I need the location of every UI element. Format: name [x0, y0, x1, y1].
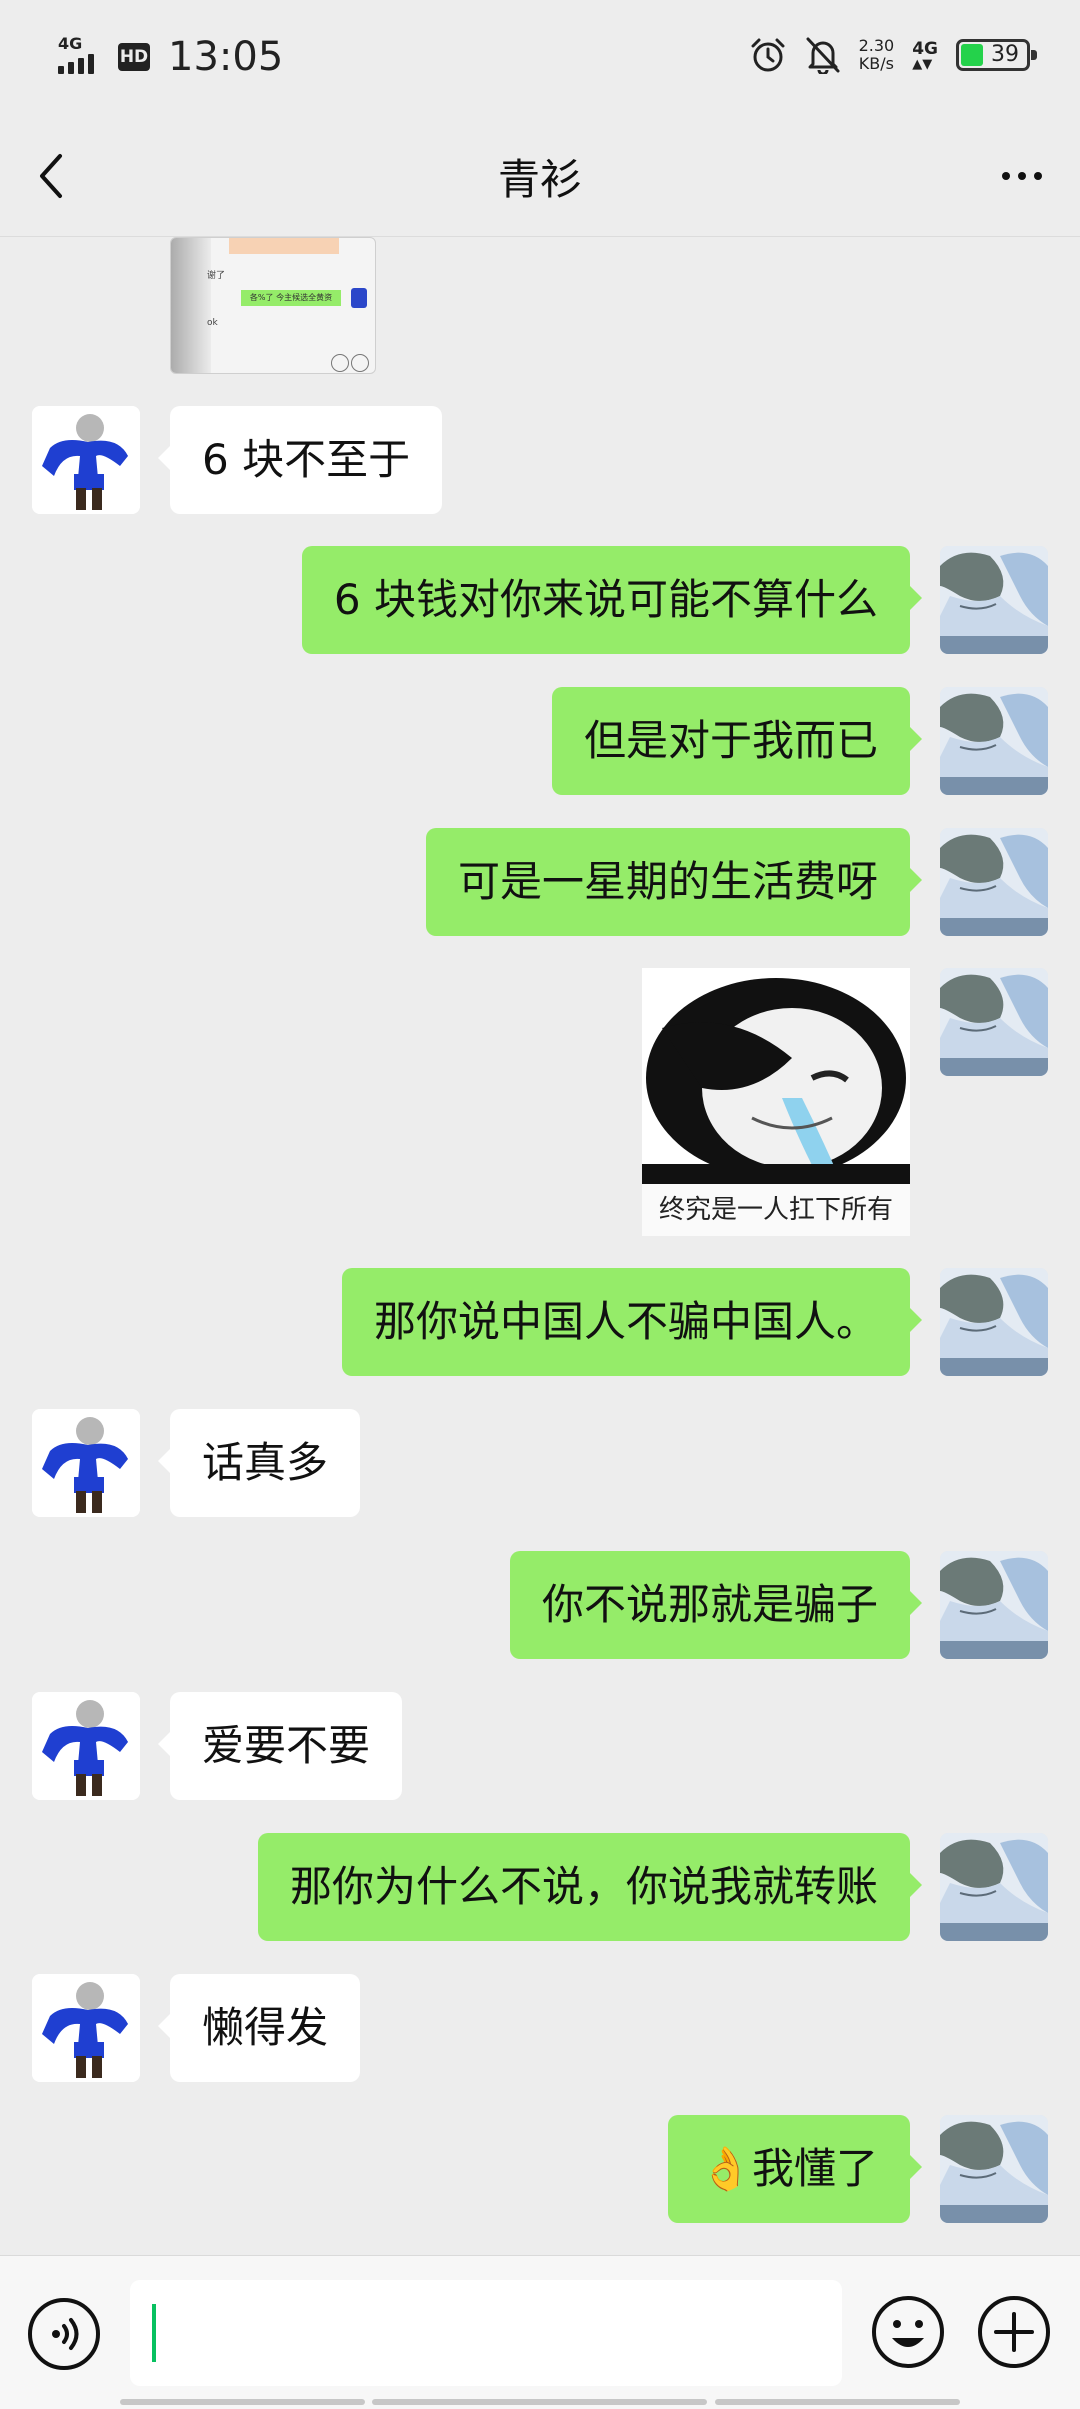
contact-avatar[interactable]: [32, 406, 140, 514]
speed-value: 2.30: [858, 36, 895, 55]
plus-button[interactable]: [976, 2294, 1052, 2370]
anime-avatar-icon: [940, 1268, 1048, 1376]
plus-icon: [978, 2296, 1050, 2368]
status-time: 13:05: [168, 34, 284, 80]
sticker-caption: 终究是一人扛下所有: [642, 1184, 910, 1236]
anime-avatar-icon: [940, 828, 1048, 936]
message-row: 你不说那就是骗子: [0, 1551, 1080, 1659]
kaws-avatar-icon: [32, 1692, 140, 1800]
message-bubble-sent[interactable]: 但是对于我而已: [551, 687, 923, 795]
kaws-avatar-icon: [32, 1409, 140, 1517]
message-bubble-received[interactable]: 懒得发: [157, 1974, 361, 2082]
status-right: 2.30 KB/s 4G ▲▼ 39: [749, 36, 1037, 74]
message-bubble-received[interactable]: 爱要不要: [157, 1692, 403, 1800]
self-avatar[interactable]: [940, 1833, 1048, 1941]
message-row: 👌我懂了: [0, 2115, 1080, 2223]
message-row: 那你说中国人不骗中国人。: [0, 1268, 1080, 1376]
more-button[interactable]: [992, 156, 1052, 196]
chat-list[interactable]: 谢了 各%了 今主候选全黄资 ok 6 块不至于 6 块钱对你来说可能不算什么: [0, 237, 1080, 2255]
self-avatar[interactable]: [940, 828, 1048, 936]
network-type: 4G: [58, 34, 83, 53]
emoji-icon: [872, 2296, 944, 2368]
message-row: 那你为什么不说，你说我就转账: [0, 1833, 1080, 1941]
input-bar: [0, 2255, 1080, 2409]
voice-button[interactable]: [26, 2296, 102, 2372]
thumb-text-2: 各%了 今主候选全黄资: [241, 290, 341, 306]
battery-level: 39: [991, 42, 1019, 67]
network-4g-icon: 4G ▲▼: [912, 38, 938, 72]
message-row: 可是一星期的生活费呀: [0, 828, 1080, 936]
self-avatar[interactable]: [940, 1268, 1048, 1376]
message-bubble-sent[interactable]: 👌我懂了: [667, 2115, 923, 2223]
image-message-thumbnail[interactable]: 谢了 各%了 今主候选全黄资 ok: [170, 237, 376, 374]
home-indicator: [120, 2399, 960, 2405]
contact-avatar[interactable]: [32, 1409, 140, 1517]
more-dots-icon: [1002, 172, 1010, 180]
chat-title: 青衫: [497, 155, 582, 204]
text-cursor: [152, 2304, 156, 2362]
chat-header: 青衫: [0, 120, 1080, 237]
anime-avatar-icon: [940, 2115, 1048, 2223]
thumb-text-3: ok: [207, 318, 218, 328]
cellular-signal-icon: 4G: [58, 34, 106, 76]
message-row: 爱要不要: [0, 1692, 1080, 1800]
voice-icon: [28, 2298, 100, 2370]
anime-avatar-icon: [940, 968, 1048, 1076]
anime-avatar-icon: [940, 1551, 1048, 1659]
self-avatar[interactable]: [940, 687, 1048, 795]
battery-fill: [961, 44, 983, 66]
emoji-button[interactable]: [870, 2294, 946, 2370]
battery-icon: 39: [956, 39, 1037, 71]
kaws-avatar-icon: [32, 1974, 140, 2082]
message-bubble-sent[interactable]: 那你说中国人不骗中国人。: [341, 1268, 923, 1376]
speed-unit: KB/s: [858, 54, 894, 73]
kaws-avatar-icon: [32, 406, 140, 514]
status-left: 4G HD 13:05: [58, 34, 283, 80]
contact-avatar[interactable]: [32, 1974, 140, 2082]
message-bubble-sent[interactable]: 你不说那就是骗子: [509, 1551, 923, 1659]
mute-bell-icon: [806, 37, 840, 74]
message-bubble-sent[interactable]: 6 块钱对你来说可能不算什么: [301, 546, 923, 654]
self-avatar[interactable]: [940, 2115, 1048, 2223]
anime-avatar-icon: [940, 546, 1048, 654]
self-avatar[interactable]: [940, 546, 1048, 654]
self-avatar[interactable]: [940, 1551, 1048, 1659]
message-input[interactable]: [130, 2280, 842, 2386]
status-bar: 4G HD 13:05 2.30 KB/s 4G ▲▼ 39: [0, 0, 1080, 120]
message-row: 终究是一人扛下所有: [0, 968, 1080, 1236]
anime-avatar-icon: [940, 687, 1048, 795]
network-speed: 2.30 KB/s: [859, 37, 895, 73]
message-row: 话真多: [0, 1409, 1080, 1517]
message-bubble-received[interactable]: 6 块不至于: [157, 406, 443, 514]
crying-panda-sticker-icon: [642, 968, 910, 1184]
alarm-icon: [751, 38, 785, 72]
self-avatar[interactable]: [940, 968, 1048, 1076]
message-bubble-sent[interactable]: 那你为什么不说，你说我就转账: [257, 1833, 923, 1941]
hd-badge: HD: [118, 43, 150, 71]
message-row: 6 块钱对你来说可能不算什么: [0, 546, 1080, 654]
message-row: 懒得发: [0, 1974, 1080, 2082]
message-row: 但是对于我而已: [0, 687, 1080, 795]
message-row: 6 块不至于: [0, 406, 1080, 514]
network-4g-label: 4G: [912, 38, 938, 59]
message-bubble-sent[interactable]: 可是一星期的生活费呀: [425, 828, 923, 936]
anime-avatar-icon: [940, 1833, 1048, 1941]
message-bubble-received[interactable]: 话真多: [157, 1409, 361, 1517]
contact-avatar[interactable]: [32, 1692, 140, 1800]
sticker-message[interactable]: 终究是一人扛下所有: [642, 968, 910, 1236]
thumb-text-1: 谢了: [207, 271, 226, 281]
